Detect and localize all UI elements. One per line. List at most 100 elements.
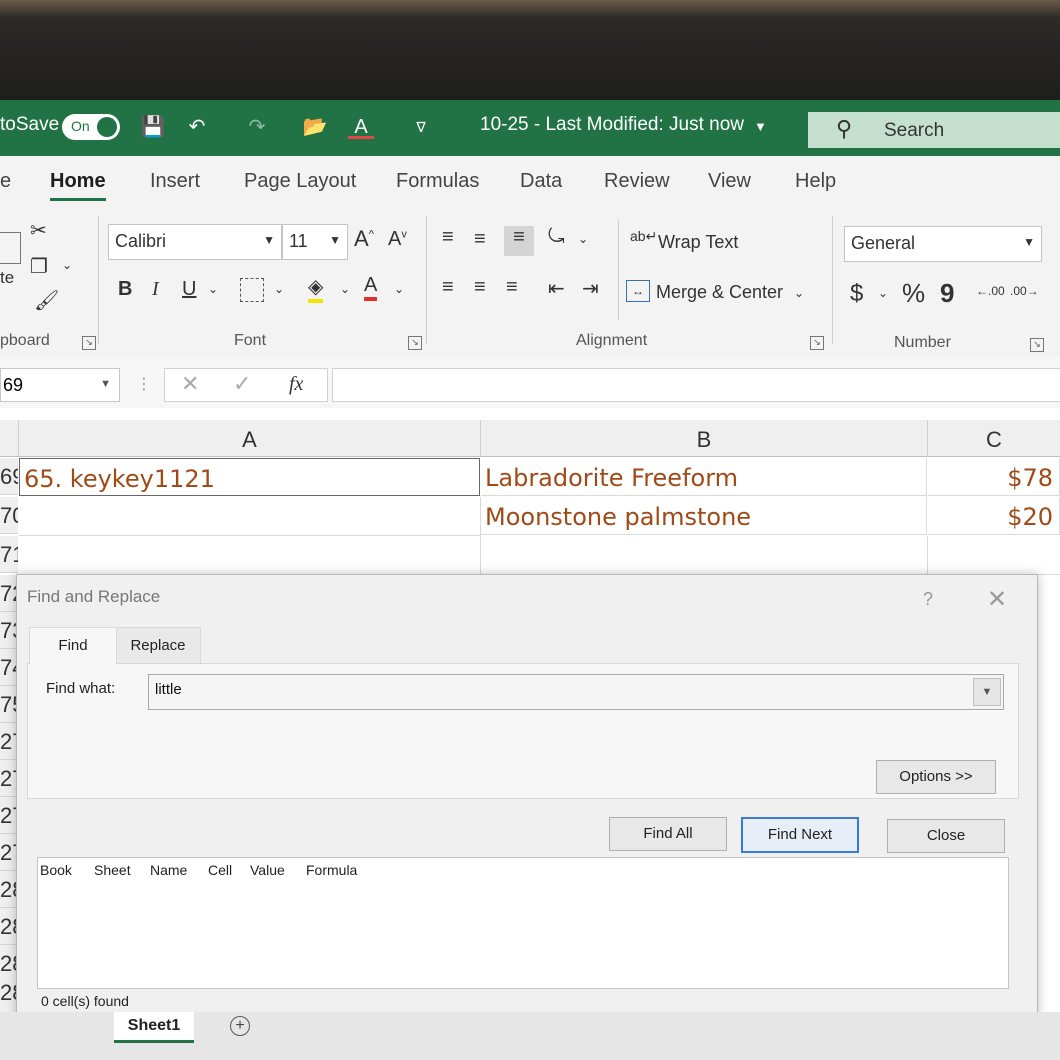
merge-center-icon[interactable]: ↔ [626,280,650,302]
autosave-toggle[interactable]: On [62,114,120,140]
results-header-formula[interactable]: Formula [306,862,357,878]
decrease-decimal-button[interactable]: .00→ [1010,284,1039,298]
top-align-icon[interactable]: ≡ [442,226,454,249]
copy-icon[interactable]: ❐ [30,254,48,279]
undo-icon[interactable]: ↶ [184,114,210,140]
fill-color-icon[interactable]: ◈ [308,274,324,303]
tab-review[interactable]: Review [604,170,670,193]
increase-decimal-button[interactable]: ←.00 [976,284,1005,298]
find-what-input[interactable]: little ▼ [148,674,1004,710]
number-launcher-icon[interactable]: ↘ [1030,338,1044,352]
fill-color-dropdown-icon[interactable]: ⌄ [340,282,350,296]
currency-button[interactable]: $ [850,280,863,308]
increase-indent-icon[interactable]: ⇥ [582,276,599,301]
percent-button[interactable]: % [902,278,925,309]
font-color-button[interactable]: A [364,274,378,301]
select-all-corner[interactable] [0,420,19,457]
cell-b69[interactable]: Labradorite Freeform [481,458,927,496]
align-right-icon[interactable]: ≡ [506,276,518,299]
column-header-c[interactable]: C [928,420,1060,457]
cell-b71[interactable] [481,536,928,575]
row-header[interactable]: 69 [0,458,18,495]
font-family-select[interactable]: Calibri ▼ [108,224,282,260]
formula-bar-splitter-icon[interactable]: ⋮ [136,374,152,394]
results-header-book[interactable]: Book [40,862,72,878]
clipboard-launcher-icon[interactable]: ↘ [82,336,96,350]
tab-home[interactable]: Home [50,170,106,201]
customize-qat-icon[interactable]: ∇ [408,114,434,140]
paste-icon[interactable] [0,232,21,264]
title-chevron-down-icon[interactable]: ▼ [754,119,767,134]
insert-function-button[interactable]: fx [289,373,303,396]
format-painter-icon[interactable]: 🖌 [34,288,59,313]
wrap-text-icon[interactable]: ab↵ [630,228,657,245]
italic-button[interactable]: I [152,278,159,301]
tab-data[interactable]: Data [520,170,562,193]
tab-find[interactable]: Find [29,627,117,664]
chevron-down-icon[interactable]: ▼ [973,678,1001,706]
align-left-icon[interactable]: ≡ [442,276,454,299]
row-header[interactable]: 71 [0,536,18,573]
column-header-a[interactable]: A [19,420,481,457]
row-header[interactable]: 70 [0,497,18,534]
currency-dropdown-icon[interactable]: ⌄ [878,286,888,300]
enter-check-icon[interactable]: ✓ [233,371,251,397]
cut-icon[interactable]: ✂ [30,218,47,243]
middle-align-icon[interactable]: ≡ [474,228,486,251]
cell-c70[interactable]: $20 [928,497,1060,535]
formula-input[interactable] [332,368,1060,402]
orientation-icon[interactable]: ⤿ [548,226,565,249]
comma-style-button[interactable]: 9 [940,278,954,309]
bold-button[interactable]: B [118,278,132,301]
column-header-b[interactable]: B [481,420,928,457]
cell-c69[interactable]: $78 [928,458,1060,496]
results-header-name[interactable]: Name [150,862,187,878]
results-header-cell[interactable]: Cell [208,862,232,878]
open-folder-icon[interactable]: 📂 [302,114,328,140]
document-title[interactable]: 10-25 - Last Modified: Just now [480,114,744,136]
decrease-indent-icon[interactable]: ⇤ [548,276,565,301]
tab-insert[interactable]: Insert [150,170,200,193]
help-icon[interactable]: ? [923,589,933,610]
cell-b70[interactable]: Moonstone palmstone [481,497,927,535]
wrap-text-button[interactable]: Wrap Text [658,232,738,253]
dialog-close-icon[interactable]: ✕ [987,585,1007,614]
align-center-icon[interactable]: ≡ [474,276,486,299]
cancel-icon[interactable]: ✕ [181,371,199,397]
tab-formulas[interactable]: Formulas [396,170,479,193]
results-list[interactable]: Book Sheet Name Cell Value Formula [37,857,1009,989]
cell-a70[interactable] [19,497,481,536]
cell-a71[interactable] [19,536,481,575]
close-button[interactable]: Close [887,819,1005,853]
paste-label[interactable]: te [0,268,14,288]
options-button[interactable]: Options >> [876,760,996,794]
name-box[interactable]: 69 ▼ [0,368,120,402]
grow-font-button[interactable]: A^ [354,226,374,252]
search-box[interactable]: ⚲ Search [808,112,1060,148]
font-launcher-icon[interactable]: ↘ [408,336,422,350]
alignment-launcher-icon[interactable]: ↘ [810,336,824,350]
results-header-sheet[interactable]: Sheet [94,862,131,878]
tab-page-layout[interactable]: Page Layout [244,170,356,193]
copy-dropdown-icon[interactable]: ⌄ [62,258,72,272]
font-size-select[interactable]: 11 ▼ [282,224,348,260]
underline-dropdown-icon[interactable]: ⌄ [208,282,218,296]
redo-icon[interactable]: ↷ [244,114,270,140]
cell-c71[interactable] [928,536,1060,575]
bottom-align-icon[interactable]: ≡ [504,226,534,256]
font-color-dropdown-icon[interactable]: ⌄ [394,282,404,296]
underline-button[interactable]: U [182,278,196,301]
find-all-button[interactable]: Find All [609,817,727,851]
tab-file-partial[interactable]: e [0,170,11,193]
results-header-value[interactable]: Value [250,862,285,878]
add-sheet-button[interactable]: + [230,1016,250,1036]
orientation-dropdown-icon[interactable]: ⌄ [578,232,588,246]
sheet-tab-sheet1[interactable]: Sheet1 [114,1012,194,1043]
find-next-button[interactable]: Find Next [741,817,859,853]
borders-dropdown-icon[interactable]: ⌄ [274,282,284,296]
font-color-icon[interactable]: A [348,114,374,139]
tab-view[interactable]: View [708,170,751,193]
tab-replace[interactable]: Replace [115,627,201,664]
tab-help[interactable]: Help [795,170,836,193]
number-format-select[interactable]: General ▼ [844,226,1042,262]
